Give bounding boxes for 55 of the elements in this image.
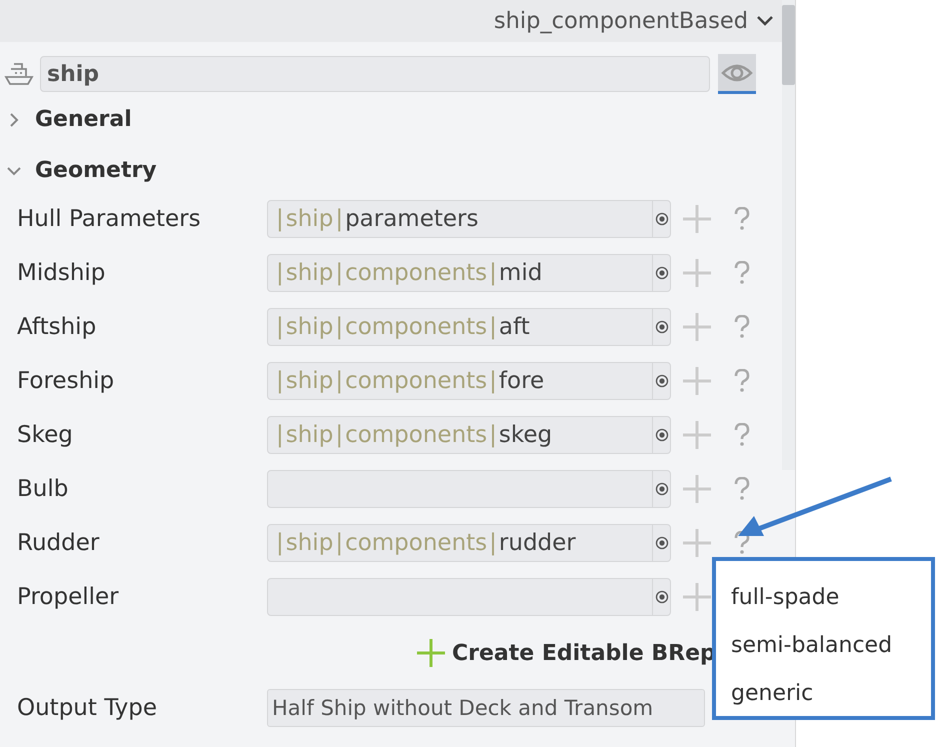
help-icon[interactable] bbox=[734, 477, 750, 501]
scrollbar-thumb[interactable] bbox=[782, 5, 795, 85]
ship-icon bbox=[4, 61, 34, 87]
field-label: Midship bbox=[16, 260, 106, 286]
add-icon[interactable] bbox=[682, 582, 712, 612]
target-icon[interactable] bbox=[652, 471, 670, 507]
add-icon[interactable] bbox=[682, 474, 712, 504]
add-icon[interactable] bbox=[682, 312, 712, 342]
add-icon[interactable] bbox=[682, 366, 712, 396]
path-field[interactable]: |ship|components|aft bbox=[267, 308, 671, 346]
help-icon[interactable] bbox=[734, 207, 750, 231]
field-label: Foreship bbox=[16, 368, 116, 394]
target-icon[interactable] bbox=[652, 417, 670, 453]
option-text: semi-balanced bbox=[731, 632, 894, 660]
target-icon[interactable] bbox=[652, 309, 670, 345]
add-icon[interactable] bbox=[682, 420, 712, 450]
field-label: Rudder bbox=[16, 530, 100, 556]
field-label: Propeller bbox=[16, 584, 120, 610]
option-text: full-spade bbox=[731, 584, 840, 612]
target-icon[interactable] bbox=[652, 255, 670, 291]
config-dropdown[interactable]: ship_componentBased bbox=[492, 8, 776, 34]
help-icon[interactable] bbox=[734, 315, 750, 339]
path-field[interactable]: |ship|parameters bbox=[267, 200, 671, 238]
path-field[interactable]: |ship|components|rudder bbox=[267, 524, 671, 562]
field-label: Hull Parameters bbox=[16, 206, 202, 232]
target-icon[interactable] bbox=[652, 363, 670, 399]
field-label: Output Type bbox=[16, 695, 158, 721]
section-header[interactable]: General bbox=[0, 94, 782, 145]
help-icon[interactable] bbox=[734, 369, 750, 393]
path-field[interactable]: |ship|components|fore bbox=[267, 362, 671, 400]
name-field[interactable]: ship bbox=[40, 56, 710, 92]
chevron-down-icon bbox=[756, 15, 774, 27]
scrollbar[interactable] bbox=[782, 0, 795, 470]
add-icon[interactable] bbox=[682, 204, 712, 234]
target-icon[interactable] bbox=[652, 201, 670, 237]
field-label: Skeg bbox=[16, 422, 74, 448]
option-text: generic bbox=[731, 680, 814, 708]
field-label: Bulb bbox=[16, 476, 70, 502]
path-field[interactable] bbox=[267, 578, 671, 616]
target-icon[interactable] bbox=[652, 525, 670, 561]
eye-icon bbox=[721, 62, 753, 82]
create-brep-button[interactable]: Create Editable BRep bbox=[416, 638, 716, 668]
add-icon[interactable] bbox=[682, 258, 712, 288]
visibility-button[interactable] bbox=[718, 54, 756, 94]
path-field[interactable] bbox=[267, 470, 671, 508]
path-field[interactable]: |ship|components|skeg bbox=[267, 416, 671, 454]
target-icon[interactable] bbox=[652, 579, 670, 615]
field-label: Aftship bbox=[16, 314, 98, 340]
plus-icon bbox=[416, 638, 446, 668]
path-field[interactable]: |ship|components|mid bbox=[267, 254, 671, 292]
output-type-dropdown[interactable]: Half Ship without Deck and Transom bbox=[267, 689, 705, 727]
help-icon[interactable] bbox=[734, 261, 750, 285]
help-icon[interactable] bbox=[734, 423, 750, 447]
add-icon[interactable] bbox=[682, 528, 712, 558]
section-header[interactable]: Geometry bbox=[0, 145, 782, 196]
